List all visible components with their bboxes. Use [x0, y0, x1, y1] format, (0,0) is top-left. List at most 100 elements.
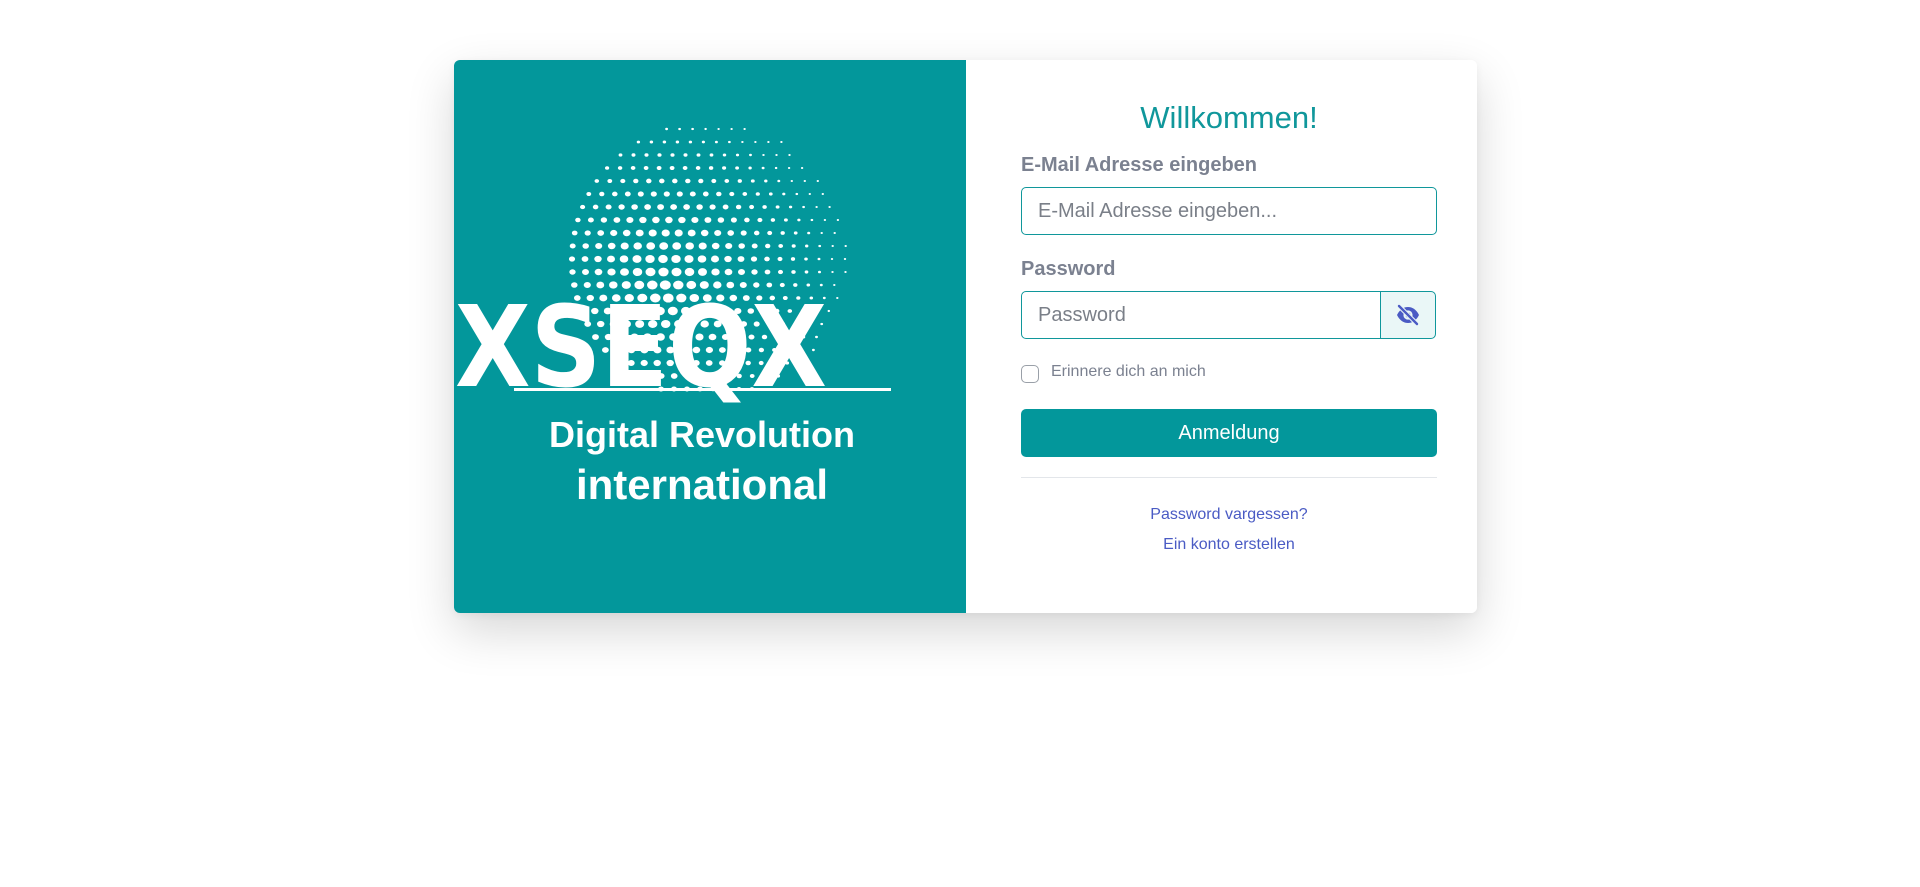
password-input[interactable] [1021, 291, 1381, 339]
globe-dot [658, 254, 668, 264]
globe-dot [775, 153, 778, 157]
globe-dot [639, 216, 647, 224]
globe-dot [757, 217, 763, 223]
globe-dot [676, 191, 683, 197]
globe-dot [828, 205, 831, 209]
globe-dot [754, 140, 757, 144]
globe-dot [695, 166, 701, 170]
globe-dot [691, 127, 694, 131]
login-card: XSEQX Digital Revolution international W… [454, 60, 1477, 613]
globe-dot [683, 153, 688, 157]
globe-dot [671, 254, 681, 264]
globe-dot [659, 242, 669, 250]
globe-dot [682, 165, 688, 171]
create-account-link[interactable]: Ein konto erstellen [1021, 534, 1437, 556]
globe-dot [815, 205, 818, 209]
brand-logo: XSEQX Digital Revolution international [455, 127, 891, 508]
globe-dot [791, 244, 796, 248]
globe-dot [704, 217, 712, 223]
globe-dot [844, 270, 847, 274]
globe-dot [782, 192, 786, 196]
globe-dot [658, 267, 669, 277]
globe-dot [669, 165, 675, 171]
globe-dot [788, 205, 793, 209]
globe-dot [584, 230, 591, 236]
remember-me-label: Erinnere dich an mich [1051, 363, 1206, 380]
brand-panel: XSEQX Digital Revolution international [454, 60, 966, 613]
globe-dot [696, 153, 701, 157]
globe-dot [636, 140, 641, 144]
globe-dot [687, 229, 696, 237]
globe-dot [753, 230, 760, 236]
globe-dot [645, 267, 656, 277]
globe-dot [607, 178, 613, 184]
globe-dot [670, 153, 675, 157]
globe-dot [672, 178, 678, 184]
globe-dot [637, 191, 644, 197]
globe-dot [762, 153, 765, 157]
globe-dot [767, 230, 773, 236]
globe-dot [581, 256, 589, 262]
globe-dot [624, 191, 631, 197]
globe-dot [600, 217, 608, 223]
globe-dot [620, 242, 629, 250]
globe-dot [762, 205, 767, 209]
globe-dot [764, 179, 768, 183]
globe-dot [568, 256, 576, 262]
globe-dot [595, 242, 603, 250]
globe-dot [780, 231, 785, 235]
forgot-password-link[interactable]: Password vargessen? [1021, 504, 1437, 526]
globe-dot [678, 127, 681, 131]
globe-dot [833, 283, 836, 287]
globe-dot [727, 230, 735, 236]
globe-dot [790, 257, 796, 261]
globe-dot [742, 192, 748, 196]
email-input[interactable] [1021, 187, 1437, 235]
globe-dot [620, 178, 626, 184]
globe-dot [788, 153, 791, 157]
brand-tagline-line2: international [576, 461, 828, 508]
globe-dot [607, 242, 616, 250]
globe-dot [587, 217, 594, 223]
globe-dot [702, 191, 709, 197]
globe-dot [684, 267, 695, 277]
remember-me-checkbox[interactable] [1021, 365, 1039, 383]
globe-dot [605, 204, 612, 210]
globe-dot [774, 166, 778, 170]
globe-dot [610, 229, 618, 237]
globe-dot [711, 268, 720, 276]
globe-dot [711, 242, 720, 250]
globe-dot [821, 192, 824, 196]
globe-dot [671, 267, 682, 277]
globe-dot [643, 165, 649, 171]
login-button[interactable]: Anmeldung [1021, 409, 1437, 457]
globe-dot [805, 244, 809, 248]
globe-dot [816, 179, 819, 183]
toggle-password-visibility-button[interactable] [1379, 291, 1436, 339]
globe-dot [737, 269, 746, 275]
globe-dot [592, 204, 599, 210]
globe-dot [697, 255, 707, 263]
globe-dot [626, 216, 634, 224]
globe-dot [803, 179, 806, 183]
globe-dot [685, 242, 694, 250]
globe-dot [750, 256, 758, 262]
globe-dot [729, 191, 735, 197]
globe-dot [724, 255, 732, 263]
logo-underline [514, 388, 891, 391]
globe-dot [737, 179, 742, 183]
globe-dot [650, 191, 657, 197]
globe-dot [665, 216, 673, 224]
globe-dot [619, 255, 629, 263]
globe-dot [684, 255, 694, 263]
globe-dot [823, 218, 827, 222]
globe-dot [710, 255, 720, 263]
login-form: Willkommen! E-Mail Adresse eingeben Pass… [1021, 97, 1437, 564]
globe-dot [607, 268, 616, 276]
globe-dot [657, 153, 662, 157]
globe-dot [722, 166, 727, 170]
remember-me-row: Erinnere dich an mich [1021, 361, 1437, 383]
globe-dot [807, 231, 811, 235]
globe-dot [582, 269, 589, 275]
eye-slash-icon [1396, 304, 1419, 326]
